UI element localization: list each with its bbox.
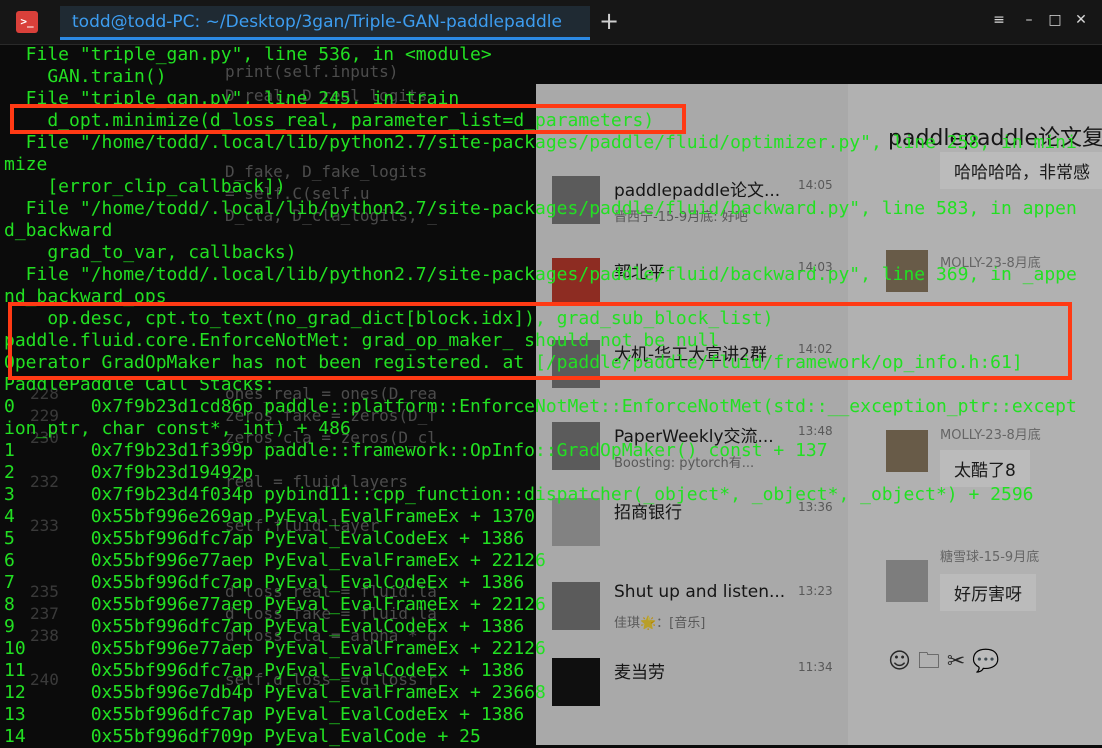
chat-toolbar[interactable]: ☺ 🗀 ✂ 💬 bbox=[888, 644, 1000, 682]
highlight-box bbox=[8, 302, 1072, 380]
highlight-box bbox=[10, 104, 686, 134]
chat-name: 麦当劳 bbox=[614, 663, 665, 683]
title-bar: >_ todd@todd-PC: ~/Desktop/3gan/Triple-G… bbox=[0, 0, 1102, 45]
terminal-line: File "triple_gan.py", line 536, in <modu… bbox=[4, 44, 492, 65]
terminal-line: grad_to_var, callbacks) bbox=[4, 242, 297, 263]
terminal-line: 12 0x55bf996e7db4p PyEval_EvalFrameEx + … bbox=[4, 682, 546, 703]
terminal-line: 1 0x7f9b23d1f399p paddle::framework::OpI… bbox=[4, 440, 828, 461]
terminal-line: ion_ptr, char const*, int) + 486 bbox=[4, 418, 351, 439]
terminal-line: 2 0x7f9b23d19492p bbox=[4, 462, 254, 483]
chat-time: 11:34 bbox=[798, 660, 833, 674]
chat-time: 14:05 bbox=[798, 178, 833, 192]
new-tab-button[interactable]: + bbox=[598, 6, 620, 36]
chat-time: 13:23 bbox=[798, 584, 833, 598]
tab-terminal[interactable]: todd@todd-PC: ~/Desktop/3gan/Triple-GAN-… bbox=[60, 6, 590, 40]
chat-preview: 佳琪🌟：[音乐] bbox=[614, 616, 706, 631]
terminal-line: mize bbox=[4, 154, 48, 175]
menu-icon[interactable]: ≡ bbox=[990, 12, 1008, 28]
message-meta: MOLLY-23-8月底 bbox=[940, 428, 1041, 443]
terminal-line: GAN.train() bbox=[4, 66, 167, 87]
message-bubble: 好厉害呀 bbox=[940, 574, 1036, 611]
terminal-line: d_backward bbox=[4, 220, 113, 241]
maximize-button[interactable]: □ bbox=[1046, 12, 1064, 28]
message-bubble: 哈哈哈哈，非常感 bbox=[940, 152, 1102, 189]
terminal-line: File "/home/todd/.local/lib/python2.7/si… bbox=[4, 264, 1077, 285]
terminal-line: 10 0x55bf996e77aep PyEval_EvalFrameEx + … bbox=[4, 638, 546, 659]
terminal-line: 0 0x7f9b23d1cd86p paddle::platform::Enfo… bbox=[4, 396, 1077, 417]
terminal-line: 13 0x55bf996dfc7ap PyEval_EvalCodeEx + 1… bbox=[4, 704, 525, 725]
terminal-line: File "/home/todd/.local/lib/python2.7/si… bbox=[4, 132, 1077, 153]
avatar bbox=[552, 658, 600, 706]
minimize-button[interactable]: – bbox=[1020, 12, 1038, 28]
message-meta: 糖雪球-15-9月底 bbox=[940, 550, 1040, 565]
terminal-line: File "/home/todd/.local/lib/python2.7/si… bbox=[4, 198, 1077, 219]
terminal-line: 6 0x55bf996e77aep PyEval_EvalFrameEx + 2… bbox=[4, 550, 546, 571]
terminal-line: [error_clip_callback]) bbox=[4, 176, 286, 197]
chat-list-item[interactable]: Shut up and listen... 13:23 佳琪🌟：[音乐] bbox=[536, 568, 848, 646]
chat-name: Shut up and listen... bbox=[614, 582, 786, 602]
window-title: todd@todd-PC: ~/Desktop/3gan/Triple-GAN-… bbox=[72, 12, 562, 32]
terminal-line: 9 0x55bf996dfc7ap PyEval_EvalCodeEx + 13… bbox=[4, 616, 525, 637]
avatar bbox=[886, 560, 928, 602]
chat-list-item[interactable]: 麦当劳 11:34 bbox=[536, 644, 848, 722]
chat-time: 13:48 bbox=[798, 424, 833, 438]
terminal-line: 5 0x55bf996dfc7ap PyEval_EvalCodeEx + 13… bbox=[4, 528, 525, 549]
message-bubble: 太酷了8 bbox=[940, 450, 1030, 487]
terminal-app-icon: >_ bbox=[16, 11, 38, 33]
terminal-line: 11 0x55bf996dfc7ap PyEval_EvalCodeEx + 1… bbox=[4, 660, 525, 681]
avatar bbox=[552, 582, 600, 630]
avatar bbox=[886, 430, 928, 472]
terminal-line: 8 0x55bf996e77aep PyEval_EvalFrameEx + 2… bbox=[4, 594, 546, 615]
terminal-line: 3 0x7f9b23d4f034p pybind11::cpp_function… bbox=[4, 484, 1034, 505]
terminal-line: 4 0x55bf996e269ap PyEval_EvalFrameEx + 1… bbox=[4, 506, 536, 527]
terminal-line: 7 0x55bf996dfc7ap PyEval_EvalCodeEx + 13… bbox=[4, 572, 525, 593]
close-button[interactable]: ✕ bbox=[1072, 12, 1090, 28]
